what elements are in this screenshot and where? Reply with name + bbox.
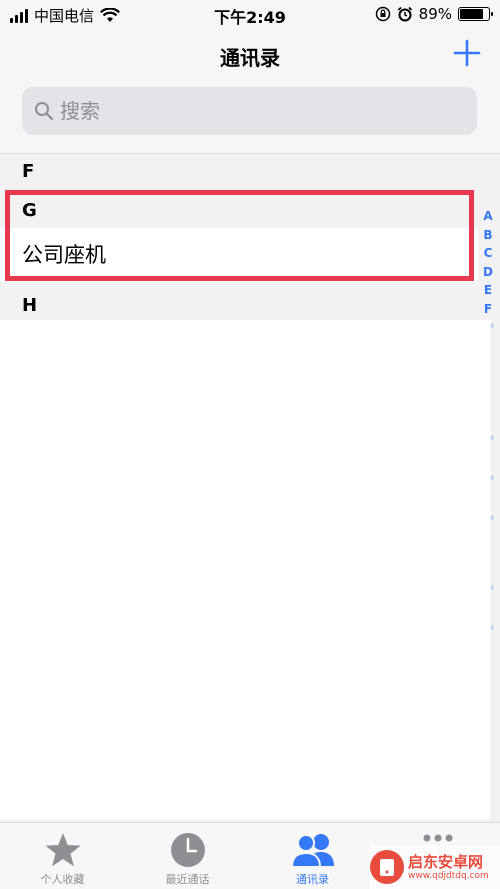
watermark-title: 启东安卓网 <box>408 852 484 871</box>
star-icon <box>45 833 80 867</box>
highlight-box <box>5 190 474 281</box>
tab-favorites[interactable]: 个人收藏 <box>0 823 125 889</box>
index-letter[interactable]: B <box>483 226 492 245</box>
index-letter[interactable]: D <box>483 263 493 282</box>
battery-icon <box>458 7 493 21</box>
search-container <box>0 82 500 154</box>
tab-label: 通讯录 <box>296 873 329 886</box>
clock-icon <box>170 833 205 867</box>
index-dot <box>491 585 494 590</box>
section-header-h: H <box>0 289 478 323</box>
watermark-url: www.qdjdtdq.com <box>408 870 489 881</box>
contact-list-area <box>0 320 490 820</box>
section-header-f: F <box>0 155 478 189</box>
contacts-icon <box>290 834 334 868</box>
nav-bar: 通讯录 <box>0 30 500 82</box>
watermark: 启东安卓网 www.qdjdtdq.com <box>370 845 500 889</box>
orientation-lock-icon <box>375 6 390 22</box>
index-letter[interactable]: F <box>484 300 492 319</box>
tab-recents[interactable]: 最近通话 <box>125 823 250 889</box>
search-icon <box>35 102 54 121</box>
index-letter[interactable]: E <box>484 281 492 300</box>
add-contact-button[interactable] <box>452 38 482 68</box>
tab-contacts[interactable]: 通讯录 <box>250 823 375 889</box>
search-field[interactable] <box>22 87 477 135</box>
tab-label: 个人收藏 <box>40 873 85 886</box>
index-dot <box>491 435 494 440</box>
battery-fill <box>460 9 484 19</box>
battery-percent: 89% <box>418 5 452 23</box>
section-index[interactable]: A B C D E F <box>480 207 496 318</box>
page-title: 通讯录 <box>220 46 280 70</box>
index-dot <box>491 323 494 328</box>
tab-label: 最近通话 <box>165 873 210 886</box>
status-right: 89% <box>375 5 493 23</box>
status-bar: 中国电信 下午2:49 89% <box>0 0 500 30</box>
index-dot <box>491 515 494 520</box>
watermark-logo-icon <box>370 850 404 884</box>
index-letter[interactable]: C <box>484 244 493 263</box>
index-letter[interactable]: A <box>483 207 492 226</box>
index-dot <box>491 475 494 480</box>
search-input[interactable] <box>60 99 440 123</box>
index-dot <box>491 625 494 630</box>
alarm-icon <box>397 6 412 22</box>
